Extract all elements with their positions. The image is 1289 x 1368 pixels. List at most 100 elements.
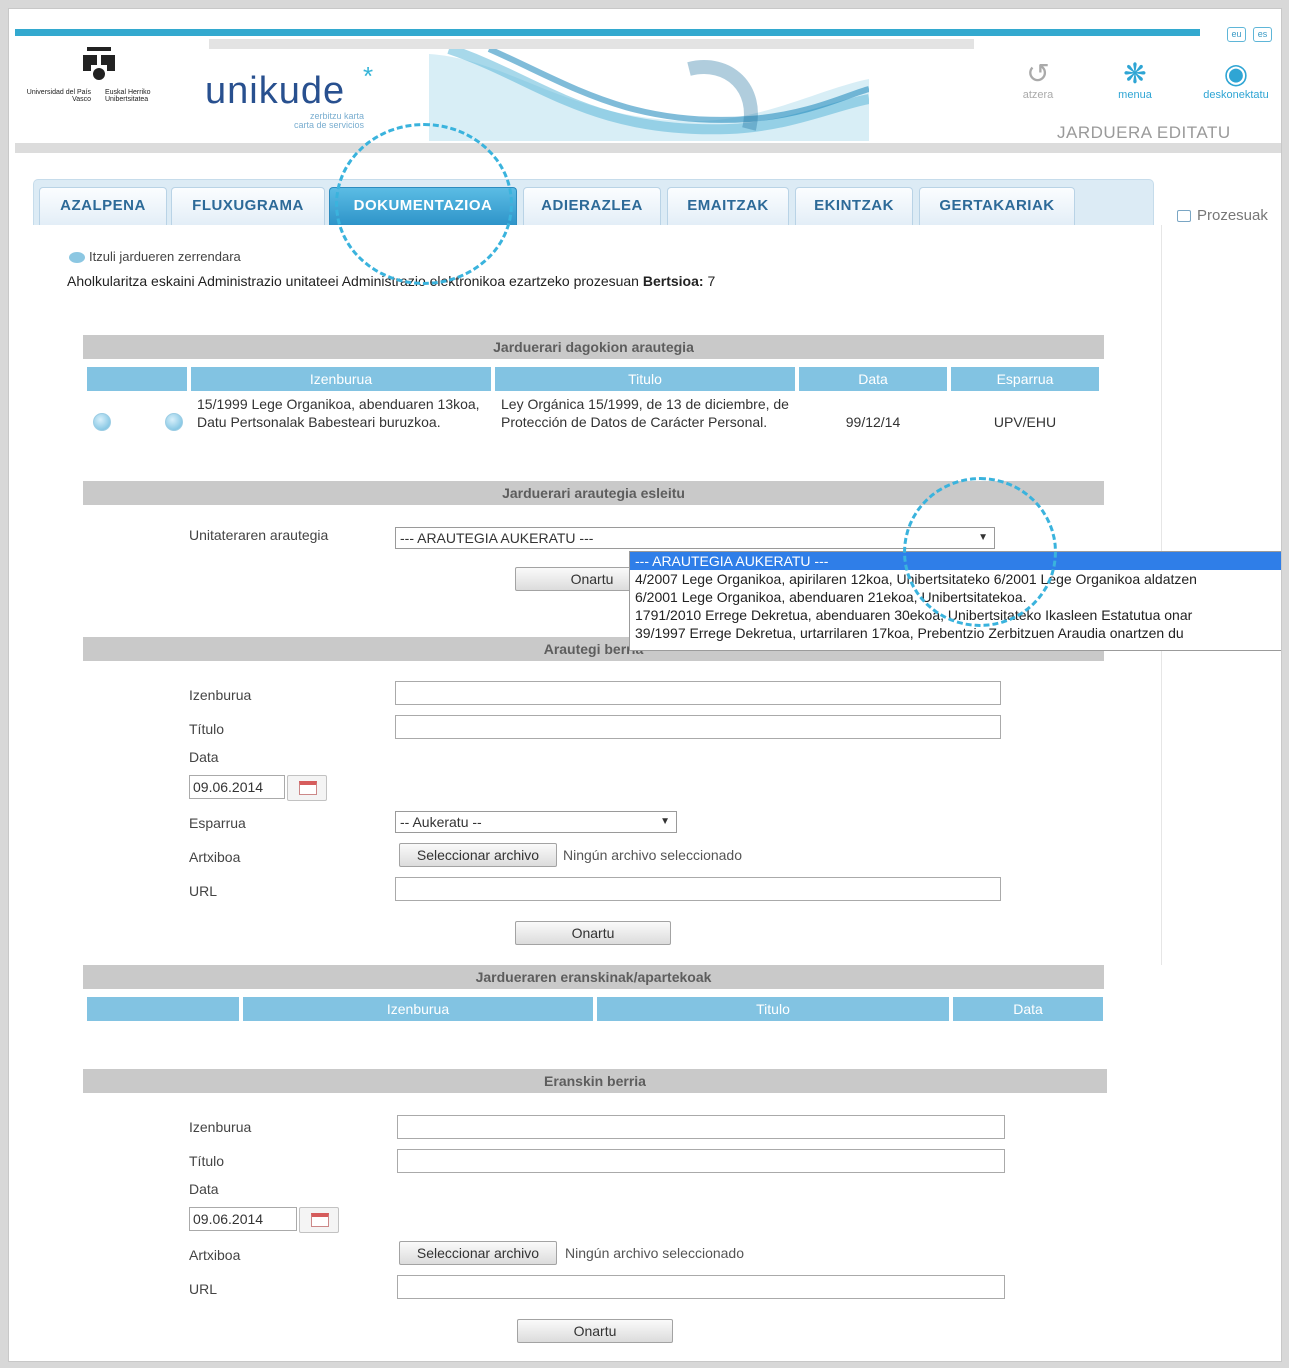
table-header-blank [87,367,187,391]
titulo-label: Título [189,721,225,737]
process-line: Aholkularitza eskaini Administrazio unit… [65,273,718,289]
table-header-izenburua: Izenburua [243,997,593,1021]
artxiboa-label: Artxiboa [189,849,241,865]
dropdown-option[interactable]: 39/1997 Errege Dekretua, urtarrilaren 17… [630,624,1281,642]
back-to-list-label: Itzuli jardueren zerrendara [89,249,241,264]
esparrua-select[interactable]: -- Aukeratu -- ▼ [395,811,677,833]
url-label: URL [189,883,218,899]
org-name-es: Universidad del País Vasco [26,89,91,103]
new-annex-file-status: Ningún archivo seleccionado [565,1245,744,1261]
new-annex-date-input[interactable]: 09.06.2014 [189,1207,297,1231]
tab-dokumentazioa[interactable]: DOKUMENTAZIOA [329,187,517,225]
new-reg-titulo-input[interactable] [395,715,1001,739]
dropdown-option[interactable]: 4/2007 Lege Organikoa, apirilaren 12koa,… [630,570,1281,588]
reg-izenburua-cell: 15/1999 Lege Organikoa, abenduaren 13koa… [197,396,480,430]
new-annex-izenburua-input[interactable] [397,1115,1005,1139]
window-icon [1177,210,1191,223]
esparrua-select-value: -- Aukeratu -- [400,814,482,830]
org-name-eu: Euskal Herriko Unibertsitatea [105,89,151,103]
eye-icon [69,252,85,264]
calendar-icon[interactable] [287,775,327,801]
new-reg-file-status: Ningún archivo seleccionado [563,847,742,863]
tab-adierazlea[interactable]: ADIERAZLEA [523,187,661,225]
url-label: URL [189,1281,218,1297]
dropdown-option[interactable]: 1791/2010 Errege Dekretua, abenduaren 30… [630,606,1281,624]
delete-icon[interactable] [93,413,111,431]
brand-subtitle-es: carta de servicios [293,120,364,130]
dropdown-arrow-icon: ▼ [978,532,988,543]
new-reg-date-input[interactable]: 09.06.2014 [189,775,285,799]
university-logo: Universidad del País Vasco Euskal Herrik… [23,47,173,107]
version-label: Bertsioa: [642,273,704,289]
tab-azalpena[interactable]: AZALPENA [39,187,167,225]
header-swoosh-graphic [429,49,869,141]
new-reg-izenburua-input[interactable] [395,681,1001,705]
tab-gertakariak[interactable]: GERTAKARIAK [919,187,1075,225]
dropdown-option[interactable]: 6/2001 Lege Organikoa, abenduaren 21ekoa… [630,588,1281,606]
table-header-titulo: Titulo [597,997,949,1021]
lang-es-button[interactable]: es [1253,27,1272,42]
data-label: Data [189,1181,219,1197]
lang-eu-button[interactable]: eu [1227,27,1246,42]
unit-regulation-label: Unitateraren arautegia [189,527,329,543]
esparrua-label: Esparrua [189,815,246,831]
upv-emblem [83,47,115,80]
section-title-regulations: Jarduerari dagokion arautegia [83,335,1104,359]
back-to-list-link[interactable]: Itzuli jardueren zerrendara [69,249,241,264]
calendar-icon[interactable] [299,1207,339,1233]
header-light-bar [209,39,974,49]
table-header-blank [87,997,239,1021]
new-annex-accept-button[interactable]: Onartu [517,1319,673,1343]
app-brand: unikude [205,70,346,112]
new-annex-titulo-input[interactable] [397,1149,1005,1173]
page-heading: JARDUERA EDITATU [1057,123,1231,142]
processes-link[interactable]: Prozesuak [1177,207,1268,224]
browser-page: eu es Universidad del País Vasco Euskal … [8,8,1282,1362]
brand-subtitle: zerbitzu karta carta de servicios [259,112,364,130]
snowflake-menu-icon: ❋ [1123,58,1147,89]
table-header-izenburua: Izenburua [191,367,491,391]
reg-titulo-cell: Ley Orgánica 15/1999, de 13 de diciembre… [501,396,789,430]
download-icon[interactable] [165,413,183,431]
reg-esparrua-cell: UPV/EHU [993,414,1057,430]
tab-emaitzak[interactable]: EMAITZAK [667,187,789,225]
table-header-esparrua: Esparrua [951,367,1099,391]
table-header-data: Data [799,367,947,391]
data-label: Data [189,749,219,765]
brand-star-icon: * [363,61,374,91]
header-accent-bar [15,29,1200,36]
new-annex-file-button[interactable]: Seleccionar archivo [399,1241,557,1265]
undo-icon: ↺ [1026,58,1050,89]
logout-button-label: deskonektatu [1203,89,1269,101]
regulation-select[interactable]: --- ARAUTEGIA AUKERATU --- ▼ [395,527,995,549]
process-name: Aholkularitza eskaini Administrazio unit… [67,273,639,289]
reg-data-cell: 99/12/14 [845,414,901,430]
version-value: 7 [707,273,716,289]
tab-fluxugrama[interactable]: FLUXUGRAMA [171,187,325,225]
table-header-titulo: Titulo [495,367,795,391]
section-title-assign: Jarduerari arautegia esleitu [83,481,1104,505]
menu-button-label: menua [1118,89,1152,101]
dropdown-arrow-icon: ▼ [660,816,670,827]
back-button[interactable]: ↺ atzera [1011,58,1065,102]
section-title-annexes: Jardueraren eranskinak/apartekoak [83,965,1104,989]
izenburua-label: Izenburua [189,1119,252,1135]
regulation-dropdown-list[interactable]: --- ARAUTEGIA AUKERATU --- 4/2007 Lege O… [629,551,1281,651]
back-button-label: atzera [1022,89,1054,101]
tab-ekintzak[interactable]: EKINTZAK [795,187,913,225]
header-divider [15,143,1281,153]
logout-button[interactable]: ◉ deskonektatu [1189,59,1281,102]
titulo-label: Título [189,1153,225,1169]
izenburua-label: Izenburua [189,687,252,703]
new-reg-url-input[interactable] [395,877,1001,901]
new-reg-file-button[interactable]: Seleccionar archivo [399,843,557,867]
dropdown-option[interactable]: --- ARAUTEGIA AUKERATU --- [630,552,1281,570]
new-reg-accept-button[interactable]: Onartu [515,921,671,945]
regulation-select-value: --- ARAUTEGIA AUKERATU --- [400,530,594,546]
menu-button[interactable]: ❋ menua [1105,58,1165,102]
table-header-data: Data [953,997,1103,1021]
artxiboa-label: Artxiboa [189,1247,241,1263]
new-annex-url-input[interactable] [397,1275,1005,1299]
processes-link-label: Prozesuak [1197,207,1268,224]
section-title-new-annex: Eranskin berria [83,1069,1107,1093]
